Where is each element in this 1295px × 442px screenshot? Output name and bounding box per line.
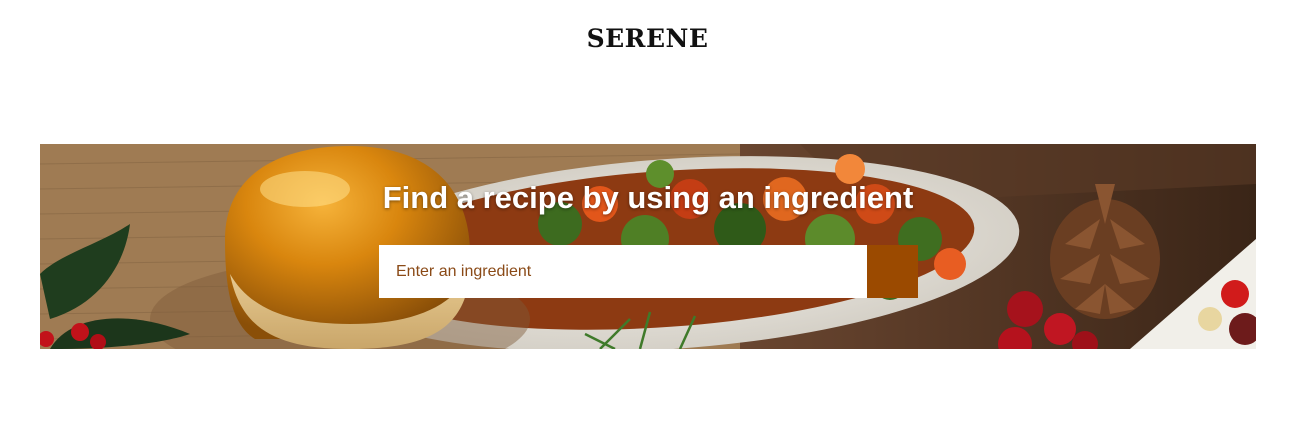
hero-banner: Find a recipe by using an ingredient <box>40 144 1256 349</box>
site-logo[interactable]: SERENE <box>0 24 1295 53</box>
search-submit-button[interactable] <box>867 245 918 298</box>
site-header: SERENE <box>0 0 1295 80</box>
ingredient-search-form <box>379 245 918 298</box>
ingredient-search-input[interactable] <box>379 245 867 298</box>
hero-title: Find a recipe by using an ingredient <box>382 180 914 215</box>
